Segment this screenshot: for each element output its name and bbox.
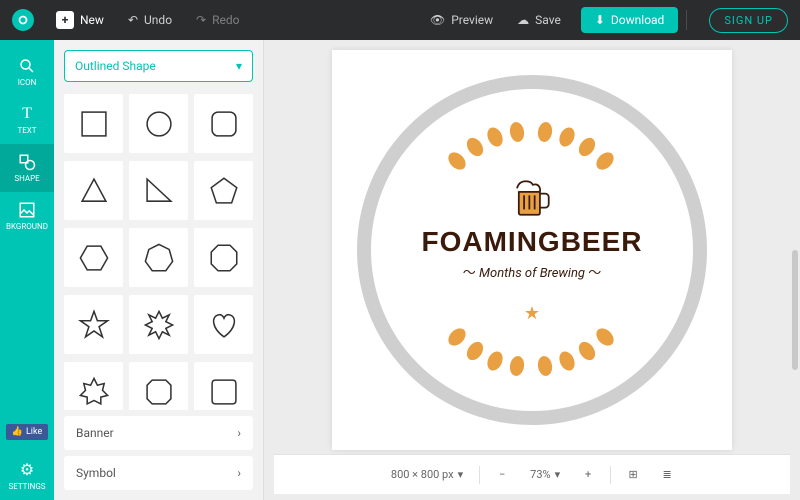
shape-square[interactable] xyxy=(64,94,123,153)
artboard[interactable]: FOAMINGBEER 〜 Months of Brewing 〜 ★ xyxy=(332,50,732,450)
shape-starburst[interactable] xyxy=(129,295,188,354)
topbar-divider xyxy=(686,10,687,30)
preview-label: Preview xyxy=(451,13,493,27)
rail-label-shape: SHAPE xyxy=(14,174,39,183)
preview-button[interactable]: 👁 Preview xyxy=(418,0,505,40)
shapes-panel: Outlined Shape ▾ Banner › xyxy=(54,40,264,500)
chevron-right-icon: › xyxy=(237,426,241,440)
canvas-scrollbar[interactable] xyxy=(792,50,798,450)
shape-pentagon[interactable] xyxy=(194,161,253,220)
shapes-grid xyxy=(64,92,253,410)
bottombar-divider xyxy=(479,466,480,484)
bottombar-divider xyxy=(610,466,611,484)
grid-toggle-button[interactable]: ⊞ xyxy=(621,463,645,487)
shape-category-label: Outlined Shape xyxy=(75,59,156,73)
rail-item-settings[interactable]: ⚙ SETTINGS xyxy=(0,450,54,500)
panel-row-symbol[interactable]: Symbol › xyxy=(64,456,253,490)
new-label: New xyxy=(80,13,104,27)
shape-octagon[interactable] xyxy=(194,228,253,287)
shape-right-triangle[interactable] xyxy=(129,161,188,220)
shape-hexagon[interactable] xyxy=(64,228,123,287)
shape-heptagon[interactable] xyxy=(129,228,188,287)
scrollbar-thumb[interactable] xyxy=(792,250,798,370)
logo-ring: FOAMINGBEER 〜 Months of Brewing 〜 ★ xyxy=(357,75,707,425)
layers-icon: ≣ xyxy=(662,468,671,481)
new-button[interactable]: + New xyxy=(44,0,116,40)
save-button[interactable]: ☁ Save xyxy=(505,0,573,40)
redo-button[interactable]: ↷ Redo xyxy=(184,0,251,40)
grid-icon: ⊞ xyxy=(628,468,637,481)
save-label: Save xyxy=(535,13,561,27)
zoom-out-button[interactable]: − xyxy=(490,463,514,487)
rail-item-background[interactable]: BKGROUND xyxy=(0,192,54,240)
zoom-level-button[interactable]: 73% ▾ xyxy=(524,468,566,481)
zoom-level-label: 73% xyxy=(530,468,550,481)
app-logo-icon[interactable] xyxy=(12,9,34,31)
thumbs-up-icon: 👍 xyxy=(12,427,23,437)
signup-button[interactable]: SIGN UP xyxy=(709,8,788,33)
panel-row-symbol-label: Symbol xyxy=(76,466,116,480)
rail-label-text: TEXT xyxy=(17,126,36,135)
canvas-size-label: 800 × 800 px xyxy=(391,468,454,481)
download-label: Download xyxy=(611,13,664,27)
shape-chamfer-square[interactable] xyxy=(194,362,253,410)
rail-label-settings: SETTINGS xyxy=(8,482,45,491)
top-bar: + New ↶ Undo ↷ Redo 👁 Preview ☁ Save ⬇ D… xyxy=(0,0,800,40)
shape-bevel-square[interactable] xyxy=(129,362,188,410)
canvas-size-button[interactable]: 800 × 800 px ▾ xyxy=(385,468,469,481)
layers-button[interactable]: ≣ xyxy=(655,463,679,487)
chevron-down-icon: ▾ xyxy=(458,468,464,481)
canvas-viewport[interactable]: FOAMINGBEER 〜 Months of Brewing 〜 ★ xyxy=(264,40,800,454)
undo-icon: ↶ xyxy=(128,13,138,27)
rail-item-shape[interactable]: SHAPE xyxy=(0,144,54,192)
undo-label: Undo xyxy=(144,13,172,27)
plus-icon: + xyxy=(56,11,74,29)
redo-icon: ↷ xyxy=(196,13,206,27)
download-button[interactable]: ⬇ Download xyxy=(581,7,678,33)
cloud-icon: ☁ xyxy=(517,13,529,27)
shape-icon xyxy=(18,153,36,171)
shape-category-select[interactable]: Outlined Shape ▾ xyxy=(64,50,253,82)
rail-label-icon: ICON xyxy=(18,78,37,87)
search-icon xyxy=(18,57,36,75)
redo-label: Redo xyxy=(212,13,239,27)
gear-icon: ⚙ xyxy=(20,460,34,479)
chevron-right-icon: › xyxy=(237,466,241,480)
laurel-wreath-icon xyxy=(381,99,681,399)
canvas-area: FOAMINGBEER 〜 Months of Brewing 〜 ★ 800 … xyxy=(264,40,800,500)
eye-icon: 👁 xyxy=(430,13,445,27)
chevron-down-icon: ▾ xyxy=(236,59,242,73)
signup-label: SIGN UP xyxy=(724,14,773,27)
shape-heart[interactable] xyxy=(194,295,253,354)
minus-icon: − xyxy=(499,468,505,481)
like-button[interactable]: 👍 Like xyxy=(6,424,49,440)
rail-label-bkground: BKGROUND xyxy=(6,222,48,231)
download-icon: ⬇ xyxy=(595,13,605,27)
shape-triangle[interactable] xyxy=(64,161,123,220)
background-icon xyxy=(18,201,36,219)
shape-eight-star[interactable] xyxy=(64,362,123,410)
shape-rounded-square[interactable] xyxy=(194,94,253,153)
like-label: Like xyxy=(26,427,42,437)
tool-rail: ICON T TEXT SHAPE BKGROUND 👍 Like ⚙ SETT… xyxy=(0,40,54,500)
panel-row-banner-label: Banner xyxy=(76,426,114,440)
chevron-down-icon: ▾ xyxy=(555,468,561,481)
shape-circle[interactable] xyxy=(129,94,188,153)
canvas-bottom-bar: 800 × 800 px ▾ − 73% ▾ + ⊞ ≣ xyxy=(274,454,790,494)
zoom-in-button[interactable]: + xyxy=(576,463,600,487)
rail-item-text[interactable]: T TEXT xyxy=(0,96,54,144)
text-icon: T xyxy=(22,105,32,123)
undo-button[interactable]: ↶ Undo xyxy=(116,0,184,40)
shape-star[interactable] xyxy=(64,295,123,354)
panel-row-banner[interactable]: Banner › xyxy=(64,416,253,450)
rail-item-icon[interactable]: ICON xyxy=(0,48,54,96)
plus-icon: + xyxy=(585,468,591,481)
